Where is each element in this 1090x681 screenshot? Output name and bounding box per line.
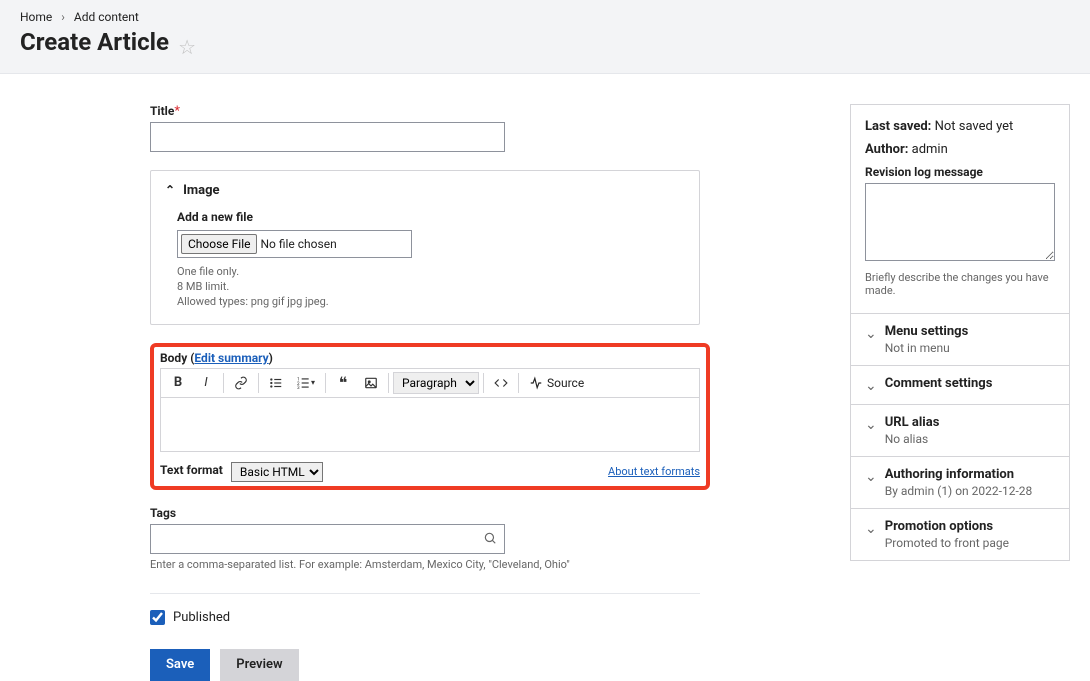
- published-row[interactable]: Published: [150, 610, 710, 625]
- image-icon[interactable]: [358, 371, 384, 395]
- body-editor[interactable]: [160, 398, 700, 452]
- title-label: Title: [150, 104, 174, 118]
- accordion-menu-settings[interactable]: ⌄ Menu settingsNot in menu: [851, 313, 1069, 365]
- page-title: Create Article: [20, 28, 169, 56]
- body-label: Body: [160, 351, 187, 365]
- author-value: admin: [912, 142, 948, 157]
- source-label: Source: [547, 376, 584, 390]
- breadcrumb-home[interactable]: Home: [20, 10, 52, 24]
- bullet-list-icon[interactable]: [263, 371, 289, 395]
- file-hint-size: 8 MB limit.: [177, 279, 685, 294]
- add-file-label: Add a new file: [177, 210, 685, 224]
- last-saved-value: Not saved yet: [935, 119, 1014, 134]
- edit-summary-link[interactable]: Edit summary: [194, 351, 268, 365]
- chevron-down-icon: ⌄: [865, 417, 877, 433]
- accordion-promotion-options[interactable]: ⌄ Promotion optionsPromoted to front pag…: [851, 508, 1069, 560]
- breadcrumb: Home › Add content: [20, 10, 1070, 24]
- numbered-list-icon[interactable]: 123 ▾: [291, 371, 321, 395]
- blockquote-icon[interactable]: ❝: [330, 371, 356, 395]
- source-button[interactable]: Source: [523, 376, 590, 390]
- file-hint-one: One file only.: [177, 264, 685, 279]
- image-legend[interactable]: ⌃ Image: [165, 183, 685, 198]
- italic-icon[interactable]: I: [193, 371, 219, 395]
- accordion-comment-settings[interactable]: ⌄ Comment settings: [851, 365, 1069, 404]
- published-checkbox[interactable]: [150, 610, 165, 625]
- revision-label: Revision log message: [865, 165, 1055, 179]
- file-hint-types: Allowed types: png gif jpg jpeg.: [177, 294, 685, 309]
- link-icon[interactable]: [228, 371, 254, 395]
- author-label: Author:: [865, 142, 908, 157]
- revision-textarea[interactable]: [865, 183, 1055, 261]
- sidebar: Last saved: Not saved yet Author: admin …: [850, 104, 1070, 681]
- divider: [150, 593, 700, 594]
- accordion-authoring-info[interactable]: ⌄ Authoring informationBy admin (1) on 2…: [851, 456, 1069, 508]
- file-input-row[interactable]: Choose File No file chosen: [177, 230, 412, 258]
- image-legend-text: Image: [183, 183, 219, 198]
- preview-button[interactable]: Preview: [220, 649, 298, 681]
- chevron-right-icon: ›: [61, 10, 65, 24]
- breadcrumb-add-content[interactable]: Add content: [74, 10, 139, 24]
- revision-help: Briefly describe the changes you have ma…: [865, 271, 1055, 307]
- text-format-select[interactable]: Basic HTML: [231, 462, 323, 482]
- tags-input[interactable]: [150, 524, 505, 554]
- editor-toolbar: B I 123 ▾ ❝: [160, 368, 700, 398]
- image-fieldset: ⌃ Image Add a new file Choose File No fi…: [150, 170, 700, 325]
- paragraph-select[interactable]: Paragraph: [393, 372, 479, 394]
- about-text-formats-link[interactable]: About text formats: [608, 465, 700, 478]
- last-saved-label: Last saved:: [865, 119, 931, 134]
- save-button[interactable]: Save: [150, 649, 210, 681]
- code-icon[interactable]: [488, 371, 514, 395]
- bold-icon[interactable]: B: [165, 371, 191, 395]
- no-file-text: No file chosen: [260, 237, 336, 251]
- chevron-down-icon: ⌄: [865, 326, 877, 342]
- star-outline-icon[interactable]: ☆: [178, 35, 196, 59]
- published-label: Published: [173, 610, 230, 625]
- tags-help: Enter a comma-separated list. For exampl…: [150, 558, 710, 571]
- title-input[interactable]: [150, 122, 505, 152]
- body-highlight-region: Body (Edit summary) B I 123 ▾ ❝: [150, 343, 710, 490]
- chevron-down-icon: ⌄: [865, 378, 877, 394]
- page-header: Home › Add content Create Article ☆: [0, 0, 1090, 74]
- chevron-down-icon: ⌄: [865, 469, 877, 485]
- main-form: Title* ⌃ Image Add a new file Choose Fil…: [150, 104, 710, 681]
- svg-text:3: 3: [297, 385, 300, 390]
- tags-label: Tags: [150, 506, 176, 520]
- choose-file-button[interactable]: Choose File: [181, 234, 257, 254]
- chevron-down-icon: ⌄: [865, 521, 877, 537]
- accordion-url-alias[interactable]: ⌄ URL aliasNo alias: [851, 404, 1069, 456]
- chevron-up-icon: ⌃: [165, 183, 175, 197]
- search-icon[interactable]: [483, 531, 497, 549]
- text-format-label: Text format: [160, 463, 223, 477]
- required-marker: *: [174, 104, 180, 119]
